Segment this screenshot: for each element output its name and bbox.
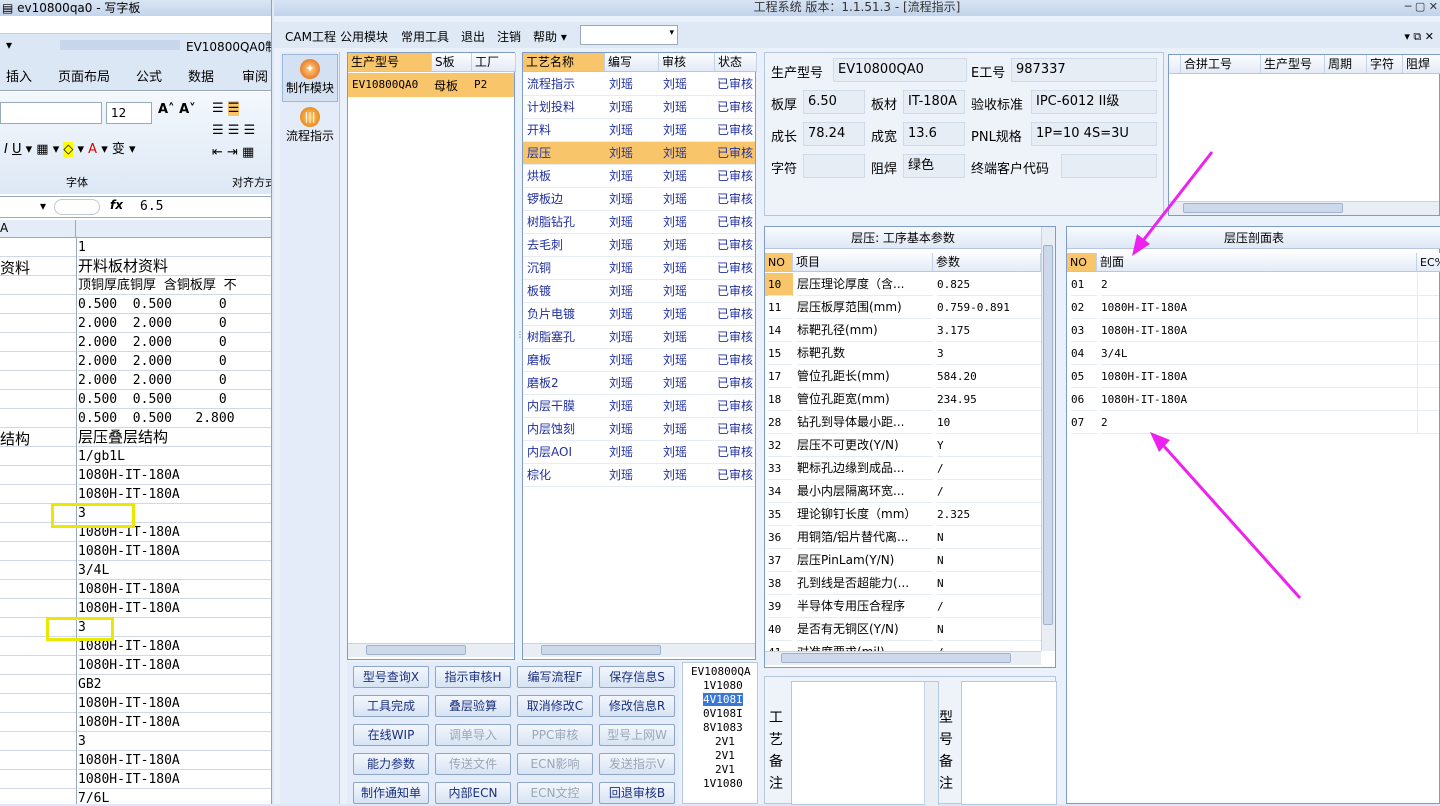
arrow-top: [1132, 151, 1214, 256]
arrow-bottom: [1150, 432, 1302, 600]
annotation-arrows: [1132, 151, 1302, 600]
